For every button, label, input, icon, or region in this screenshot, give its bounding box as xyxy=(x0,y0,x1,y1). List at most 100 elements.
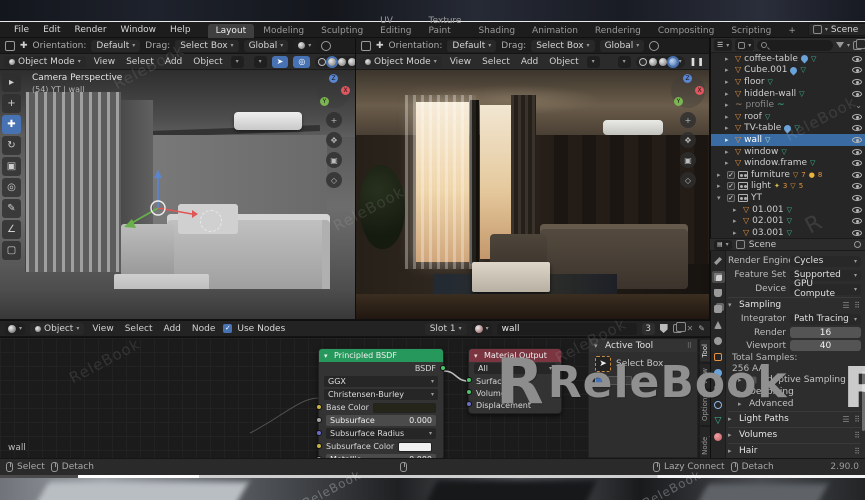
measure-tool[interactable]: ∠ xyxy=(2,220,21,239)
hide-toggle[interactable]: ⌄ xyxy=(855,101,862,110)
outliner-item-01-001[interactable]: ▸ ▽ 01.001 ▽ xyxy=(711,204,865,216)
collection-checkbox[interactable]: ✓ xyxy=(727,193,735,202)
expand-icon[interactable]: ▸ xyxy=(725,113,732,121)
hide-toggle[interactable] xyxy=(852,218,862,225)
viewport-left[interactable]: ✚ Orientation: Default ▾ Drag: Select Box… xyxy=(0,38,356,320)
subsurface-radius-socket[interactable] xyxy=(316,430,322,436)
rendered-shading-icon[interactable] xyxy=(348,57,355,66)
material-browse-dropdown[interactable]: ▾ xyxy=(471,322,492,335)
editor-type-icon[interactable]: ▤ ▾ xyxy=(714,239,732,250)
move-gizmo[interactable] xyxy=(118,168,198,248)
add-workspace-button[interactable]: + xyxy=(780,24,804,38)
menu-object[interactable]: Object xyxy=(546,57,581,67)
menu-select[interactable]: Select xyxy=(122,324,156,334)
bsdf-output-socket[interactable] xyxy=(440,365,446,371)
move-tool[interactable]: ✚ xyxy=(2,115,21,134)
tab-options[interactable]: Options xyxy=(700,390,710,426)
panel-options-icon[interactable]: ⠿ xyxy=(854,431,861,440)
tab-tool-properties[interactable] xyxy=(712,255,725,267)
mode-dropdown[interactable]: Object Mode ▾ xyxy=(360,55,442,68)
transform-pivot-dropdown[interactable]: Global ▾ xyxy=(243,39,289,52)
gizmo-toggle[interactable]: ➤ xyxy=(271,55,289,68)
menu-object[interactable]: Object xyxy=(190,57,225,67)
sampling-panel-header[interactable]: ▾ Sampling ☰ ⠿ xyxy=(728,297,861,312)
menu-add[interactable]: Add xyxy=(518,57,541,67)
hide-toggle[interactable] xyxy=(852,125,862,132)
orientation-dropdown[interactable]: Default ▾ xyxy=(447,39,497,52)
fake-user-icon[interactable] xyxy=(659,324,668,333)
annotate-tool[interactable]: ✎ xyxy=(2,199,21,218)
proportional-edit-icon[interactable] xyxy=(649,40,660,51)
adaptive-sampling-row[interactable]: ▸ Adaptive Sampling xyxy=(728,374,861,386)
tab-shading[interactable]: Shading xyxy=(470,24,523,38)
expand-icon[interactable]: ▸ xyxy=(725,124,732,132)
surface-socket[interactable] xyxy=(466,377,472,383)
collection-checkbox[interactable]: ✓ xyxy=(727,170,735,179)
solid-shading-icon[interactable] xyxy=(648,57,657,66)
outliner-item-03-001[interactable]: ▸ ▽ 03.001 ▽ xyxy=(711,227,865,238)
hide-toggle[interactable] xyxy=(852,55,862,62)
tab-world-properties[interactable] xyxy=(712,335,725,347)
expand-icon[interactable]: ▸ xyxy=(733,206,740,214)
collection-checkbox[interactable]: ✓ xyxy=(727,182,735,191)
viewport-render-canvas[interactable]: X Y Z + ✥ ▣ ◇ xyxy=(356,70,709,319)
scale-tool[interactable]: ▣ xyxy=(2,157,21,176)
outliner-item-window-frame[interactable]: ▸ ▽ window.frame ▽ xyxy=(711,157,865,169)
volumes-panel-header[interactable]: ▸ Volumes ⠿ xyxy=(728,427,861,442)
wireframe-shading-icon[interactable] xyxy=(638,57,647,66)
shading-mode-switcher[interactable]: ▾ xyxy=(315,55,355,68)
expand-icon[interactable]: ▸ xyxy=(717,171,724,179)
pause-render-button[interactable]: ❚❚ xyxy=(690,57,705,66)
outliner-collection-light[interactable]: ▸ ✓ light ✦ 3 ▽ 5 xyxy=(711,181,865,193)
tab-output-properties[interactable] xyxy=(712,287,725,299)
hide-toggle[interactable] xyxy=(852,229,862,236)
menu-node[interactable]: Node xyxy=(189,324,219,334)
drag-dropdown[interactable]: Select Box ▾ xyxy=(531,39,595,52)
hide-toggle[interactable] xyxy=(852,136,862,143)
transform-orientation-chip[interactable]: ▾ xyxy=(586,55,600,68)
menu-view[interactable]: View xyxy=(89,324,116,334)
target-dropdown[interactable]: All ▾ xyxy=(474,363,556,374)
outliner-item-floor[interactable]: ▸ ▽ floor ▽ xyxy=(711,76,865,88)
subsurface-color-swatch[interactable] xyxy=(398,441,433,452)
menu-edit[interactable]: Edit xyxy=(38,24,65,36)
outliner-item-hidden-wall[interactable]: ▸ ▽ hidden-wall ▽ xyxy=(711,88,865,100)
transform-tool[interactable]: ◎ xyxy=(2,178,21,197)
tab-material-properties[interactable] xyxy=(712,431,725,443)
use-nodes-checkbox[interactable]: ✓ xyxy=(223,324,233,333)
overlays-toggle[interactable]: ◎ xyxy=(293,55,311,68)
node-header[interactable]: ▾ Principled BSDF xyxy=(319,349,443,362)
subsurface-slider[interactable]: Subsurface 0.000 xyxy=(326,415,436,426)
pan-button[interactable]: ✥ xyxy=(326,132,342,148)
menu-view[interactable]: View xyxy=(91,57,118,67)
snap-dropdown[interactable]: ▾ xyxy=(293,39,317,52)
expand-icon[interactable]: ▸ xyxy=(725,101,732,109)
rotate-tool[interactable]: ↻ xyxy=(2,136,21,155)
menu-window[interactable]: Window xyxy=(116,24,162,36)
panel-options-icon[interactable]: ☰ ⠿ xyxy=(842,301,861,310)
hide-toggle[interactable] xyxy=(852,194,862,201)
tab-view[interactable]: View xyxy=(700,363,710,389)
subsurface-color-socket[interactable] xyxy=(316,443,322,449)
viewport-samples-field[interactable]: 40 xyxy=(790,340,861,351)
tool-icon[interactable] xyxy=(5,40,15,51)
outliner-item-02-001[interactable]: ▸ ▽ 02.001 ▽ xyxy=(711,215,865,227)
tab-modeling[interactable]: Modeling xyxy=(255,24,312,38)
expand-icon[interactable]: ▸ xyxy=(725,78,732,86)
device-dropdown[interactable]: GPU Compute ▾ xyxy=(790,279,861,299)
solid-shading-icon[interactable] xyxy=(328,57,337,66)
active-tool-header[interactable]: ▾ Active Tool ⠿ xyxy=(589,339,697,352)
outliner-item-coffee-table[interactable]: ▸ ▽ coffee-table ▽ xyxy=(711,53,865,65)
menu-select[interactable]: Select xyxy=(123,57,157,67)
principled-bsdf-node[interactable]: ▾ Principled BSDF BSDF GGX ▾ Christensen-B… xyxy=(316,348,446,458)
subsurface-radius-dropdown[interactable]: Subsurface Radius ▾ xyxy=(326,428,436,439)
material-name-field[interactable]: wall xyxy=(496,322,637,335)
outliner-item-profile[interactable]: ▸ ~ profile ~ ⌄ xyxy=(711,99,865,111)
visibility-dropdown[interactable]: ▾ xyxy=(617,55,631,68)
perspective-toggle-button[interactable]: ◇ xyxy=(680,172,696,188)
light-paths-panel-header[interactable]: ▸ Light Paths ☰ ⠿ xyxy=(728,411,861,426)
add-object-tool[interactable]: ▢ xyxy=(2,241,21,260)
menu-file[interactable]: File xyxy=(9,24,34,36)
tab-physics-properties[interactable] xyxy=(712,399,725,411)
tab-compositing[interactable]: Compositing xyxy=(650,24,722,38)
